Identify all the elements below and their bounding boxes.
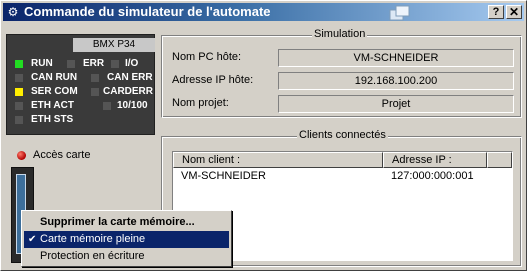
- plc-led-indicator: [15, 102, 23, 110]
- plc-led-label: I/O: [125, 58, 139, 69]
- simulation-group: Simulation Nom PC hôte: VM-SCHNEIDER Adr…: [161, 28, 522, 118]
- plc-led-indicator: [15, 74, 23, 82]
- title-bar[interactable]: ⚙ Commande du simulateur de l'automate ?…: [3, 3, 524, 21]
- plc-led-row: CAN RUN CAN ERR: [7, 71, 156, 85]
- menu-item-label: Carte mémoire pleine: [40, 233, 146, 245]
- plc-model-label: BMX P34: [73, 38, 155, 52]
- plc-led-label: 10/100: [117, 100, 148, 111]
- simulation-group-title: Simulation: [312, 28, 368, 40]
- plc-led-label: RUN: [31, 58, 53, 69]
- plc-led-indicator: [91, 88, 99, 96]
- plc-led-indicator: [91, 74, 99, 82]
- clients-group-title: Clients connectés: [297, 129, 388, 141]
- plc-led-label: ETH ACT: [31, 100, 74, 111]
- card-access-label: Accès carte: [33, 149, 91, 161]
- plc-led-label: ERR: [83, 58, 105, 69]
- plc-led-indicator: [15, 116, 23, 124]
- menu-item-remove-card[interactable]: Supprimer la carte mémoire...: [24, 214, 229, 231]
- menu-item-label: Supprimer la carte mémoire...: [40, 216, 195, 228]
- column-filler: [487, 152, 512, 168]
- window-title: Commande du simulateur de l'automate: [24, 4, 271, 19]
- app-icon: ⚙: [7, 5, 19, 19]
- plc-status-panel: BMX P34 RUN ERR I/O CAN RUN CAN ERR SER COM CA…: [6, 34, 155, 135]
- host-ip-value: 192.168.100.200: [278, 72, 514, 90]
- column-ip-address[interactable]: Adresse IP :: [383, 152, 487, 168]
- plc-led-row: RUN ERR I/O: [7, 57, 156, 71]
- plc-led-row: ETH ACT 10/100: [7, 99, 156, 113]
- checkmark-icon: ✔: [28, 234, 37, 245]
- plc-led-indicator: [67, 60, 75, 68]
- plc-led-label: CAN ERR: [107, 72, 153, 83]
- plc-led-label: CAN RUN: [31, 72, 78, 83]
- plc-led-row: ETH STS: [7, 113, 156, 127]
- plc-led-row: SER COM CARDERR: [7, 85, 156, 99]
- close-button[interactable]: ✕: [506, 5, 522, 19]
- client-ip-cell: 127:000:000:001: [391, 170, 474, 182]
- menu-item-write-protect[interactable]: Protection en écriture: [24, 248, 229, 265]
- help-button[interactable]: ?: [488, 5, 504, 19]
- simulator-window: ⚙ Commande du simulateur de l'automate ?…: [0, 0, 527, 271]
- plc-led-indicator: [15, 88, 23, 96]
- plc-led-label: ETH STS: [31, 114, 74, 125]
- clients-list-header: Nom client : Adresse IP :: [173, 152, 512, 168]
- host-ip-label: Adresse IP hôte:: [172, 74, 254, 86]
- plc-led-indicator: [15, 60, 23, 68]
- plc-led-label: SER COM: [31, 86, 78, 97]
- card-access-led: [17, 151, 26, 160]
- plc-led-label: CARDERR: [103, 86, 153, 97]
- host-pc-name-value: VM-SCHNEIDER: [278, 49, 514, 67]
- table-row[interactable]: VM-SCHNEIDER 127:000:000:001: [173, 169, 512, 183]
- menu-item-label: Protection en écriture: [40, 250, 145, 262]
- project-name-value: Projet: [278, 95, 514, 113]
- client-name-cell: VM-SCHNEIDER: [181, 170, 266, 182]
- project-name-label: Nom projet:: [172, 97, 229, 109]
- host-pc-name-label: Nom PC hôte:: [172, 51, 242, 63]
- column-client-name[interactable]: Nom client :: [173, 152, 383, 168]
- plc-led-indicator: [111, 60, 119, 68]
- menu-item-card-full[interactable]: ✔ Carte mémoire pleine: [24, 231, 229, 248]
- memory-card-context-menu: Supprimer la carte mémoire... ✔ Carte mémo…: [21, 210, 232, 267]
- plc-led-indicator: [103, 102, 111, 110]
- windows-stack-icon: [389, 5, 410, 21]
